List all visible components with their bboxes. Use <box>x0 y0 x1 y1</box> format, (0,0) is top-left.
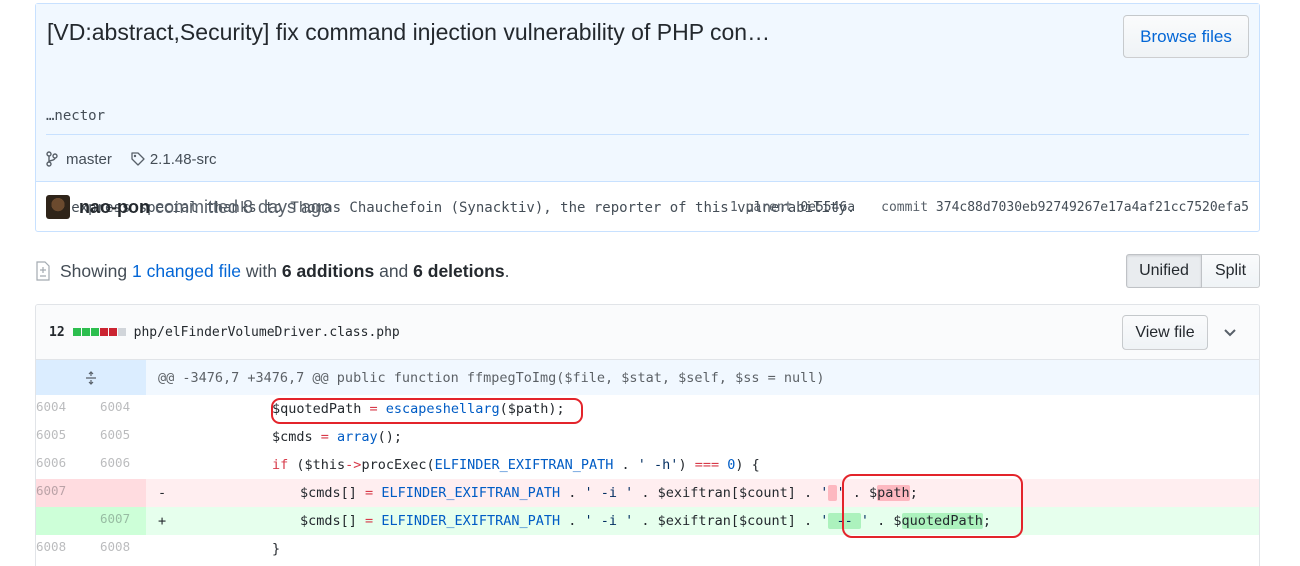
file-diff: 12 php/elFinderVolumeDriver.class.php Vi… <box>35 304 1260 566</box>
parent-sha-link[interactable]: 0e5546a <box>800 200 855 215</box>
commit-title: [VD:abstract,Security] fix command injec… <box>47 19 771 45</box>
diff-marker <box>146 451 174 479</box>
new-line-number[interactable] <box>91 479 146 507</box>
diff-marker: + <box>158 513 167 529</box>
author-link[interactable]: nao-pon <box>79 197 150 218</box>
diffstat-block <box>99 328 108 336</box>
diffstat-block <box>117 328 126 336</box>
code-line: if ($this->procExec(ELFINDER_EXIFTRAN_PA… <box>272 457 760 473</box>
annotation-ring-change <box>842 474 1023 538</box>
old-line-number[interactable] <box>36 507 91 535</box>
commit-info: commit 374c88d7030eb92749267e17a4af21cc7… <box>881 200 1249 215</box>
parent-label: 1 parent <box>729 199 793 215</box>
file-name[interactable]: php/elFinderVolumeDriver.class.php <box>134 325 400 340</box>
summary-end: . <box>504 260 510 281</box>
avatar[interactable] <box>46 195 70 219</box>
diff-marker <box>146 423 174 451</box>
commit-meta: nao-pon committed 8 days ago 1 parent 0e… <box>46 192 1249 222</box>
diff-line: 6006 6006 if ($this->procExec(ELFINDER_E… <box>36 451 1259 479</box>
diffstat-block <box>81 328 90 336</box>
committed-time: committed 8 days ago <box>154 196 332 217</box>
hunk-header: @@ -3476,7 +3476,7 @@ public function ff… <box>158 369 825 386</box>
file-diff-icon <box>35 261 51 281</box>
diff-marker <box>146 535 174 563</box>
code-line: } <box>272 541 281 557</box>
diffstat-block <box>108 328 117 336</box>
unified-button[interactable]: Unified <box>1126 254 1202 288</box>
diff-line: 6008 6008 } <box>36 535 1259 563</box>
code-line: $cmds = array(); <box>272 429 403 445</box>
old-line-number[interactable]: 6008 <box>36 535 91 563</box>
split-button[interactable]: Split <box>1202 254 1260 288</box>
summary-prefix: Showing <box>60 260 132 281</box>
summary-text: Showing 1 changed file with 6 additions … <box>60 261 509 282</box>
commit-box: [VD:abstract,Security] fix command injec… <box>35 3 1260 232</box>
additions-count: 6 additions <box>281 260 375 281</box>
view-file-button[interactable]: View file <box>1122 315 1208 350</box>
diffstat-block <box>72 328 81 336</box>
diff-summary: Showing 1 changed file with 6 additions … <box>35 254 1260 288</box>
file-header: 12 php/elFinderVolumeDriver.class.php Vi… <box>36 305 1259 360</box>
diff-line: 6005 6005 $cmds = array(); <box>36 423 1259 451</box>
git-branch-icon <box>46 150 62 168</box>
changed-files-link[interactable]: 1 changed file <box>132 261 241 281</box>
commit-description-line1: …nector <box>46 108 106 124</box>
commit-sha: 374c88d7030eb92749267e17a4af21cc7520efa5 <box>935 199 1249 215</box>
new-line-number[interactable]: 6004 <box>91 395 146 423</box>
old-line-number[interactable]: 6006 <box>36 451 91 479</box>
hunk-row: @@ -3476,7 +3476,7 @@ public function ff… <box>36 360 1259 395</box>
old-line-number[interactable]: 6004 <box>36 395 91 423</box>
commit-label: commit <box>881 199 929 215</box>
deleted-line: 6007 - $cmds[] = ELFINDER_EXIFTRAN_PATH … <box>36 479 1259 507</box>
diffstat <box>72 328 126 336</box>
browse-files-button[interactable]: Browse files <box>1123 15 1249 58</box>
parent-info: 1 parent 0e5546a <box>730 200 855 215</box>
new-line-number[interactable]: 6006 <box>91 451 146 479</box>
branch-name[interactable]: master <box>66 151 112 168</box>
commit-header: [VD:abstract,Security] fix command injec… <box>36 4 1259 216</box>
summary-mid: with <box>240 260 282 281</box>
diff-marker: - <box>158 485 167 501</box>
chevron-down-icon[interactable] <box>1223 324 1237 340</box>
diffstat-block <box>90 328 99 336</box>
tag-name[interactable]: 2.1.48-src <box>150 151 217 168</box>
diff-marker <box>146 395 174 423</box>
old-line-number[interactable]: 6005 <box>36 423 91 451</box>
diff-line: 6004 6004 $quotedPath = escapeshellarg($… <box>36 395 1259 423</box>
commit-shas: 1 parent 0e5546a commit 374c88d7030eb927… <box>730 200 1249 215</box>
annotation-ring-quotedpath <box>271 398 583 424</box>
old-line-number[interactable]: 6007 <box>36 479 91 507</box>
deletions-count: 6 deletions <box>413 260 505 281</box>
divider <box>46 134 1249 135</box>
new-line-number[interactable]: 6008 <box>91 535 146 563</box>
added-line: 6007 + $cmds[] = ELFINDER_EXIFTRAN_PATH … <box>36 507 1259 535</box>
expand-icon[interactable] <box>36 360 146 395</box>
new-line-number[interactable]: 6005 <box>91 423 146 451</box>
branch-tag-row: master 2.1.48-src <box>46 150 217 168</box>
tag-icon <box>130 150 146 168</box>
code-line: $cmds[] = ELFINDER_EXIFTRAN_PATH . ' -i … <box>300 485 918 501</box>
diff-view-toggle: Unified Split <box>1126 254 1260 288</box>
diff-count: 12 <box>49 324 65 340</box>
new-line-number[interactable]: 6007 <box>91 507 146 535</box>
summary-and: and <box>374 260 414 281</box>
